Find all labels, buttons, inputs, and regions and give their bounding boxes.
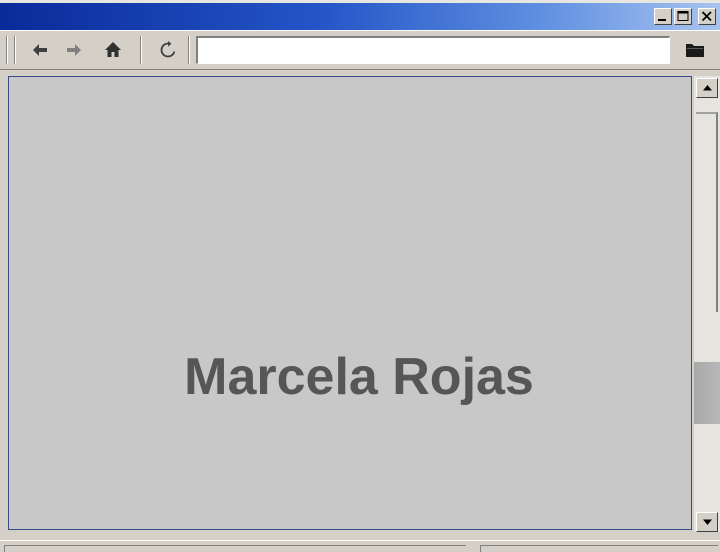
home-icon — [105, 42, 121, 57]
toolbar-grip[interactable] — [6, 36, 8, 64]
refresh-icon — [160, 41, 176, 58]
maximize-icon — [677, 11, 689, 21]
close-icon — [701, 11, 712, 22]
arrow-left-icon — [33, 44, 47, 56]
scroll-up-button[interactable] — [696, 78, 718, 98]
forward-button[interactable] — [62, 37, 86, 63]
status-text-pane — [4, 545, 466, 552]
minimize-button[interactable] — [654, 8, 672, 25]
maximize-button[interactable] — [674, 8, 692, 25]
refresh-button[interactable] — [156, 37, 180, 63]
status-zone-pane — [480, 545, 718, 552]
back-button[interactable] — [28, 37, 52, 63]
scroll-down-arrow-icon — [703, 519, 712, 525]
toolbar-separator — [140, 36, 142, 64]
scrollbar-track[interactable] — [696, 112, 718, 312]
title-bar[interactable] — [0, 0, 720, 30]
scroll-down-button[interactable] — [696, 512, 718, 532]
scrollbar-thumb[interactable] — [694, 362, 720, 424]
toolbar-separator — [14, 36, 16, 64]
folder-icon — [686, 44, 704, 57]
minimize-icon — [658, 19, 666, 21]
vertical-scrollbar[interactable] — [694, 76, 720, 532]
scroll-up-arrow-icon — [703, 85, 712, 91]
page-viewport[interactable]: Marcela Rojas — [8, 76, 692, 530]
home-button[interactable] — [101, 37, 125, 63]
page-headline: Marcela Rojas — [184, 348, 534, 406]
navigation-toolbar — [0, 30, 720, 70]
browser-window: Marcela Rojas — [0, 0, 720, 552]
close-button[interactable] — [698, 8, 716, 25]
address-bar-input[interactable] — [196, 36, 670, 64]
status-bar — [0, 540, 720, 552]
toolbar-separator — [188, 36, 190, 64]
open-folder-button[interactable] — [682, 37, 706, 63]
arrow-right-icon — [67, 44, 81, 56]
